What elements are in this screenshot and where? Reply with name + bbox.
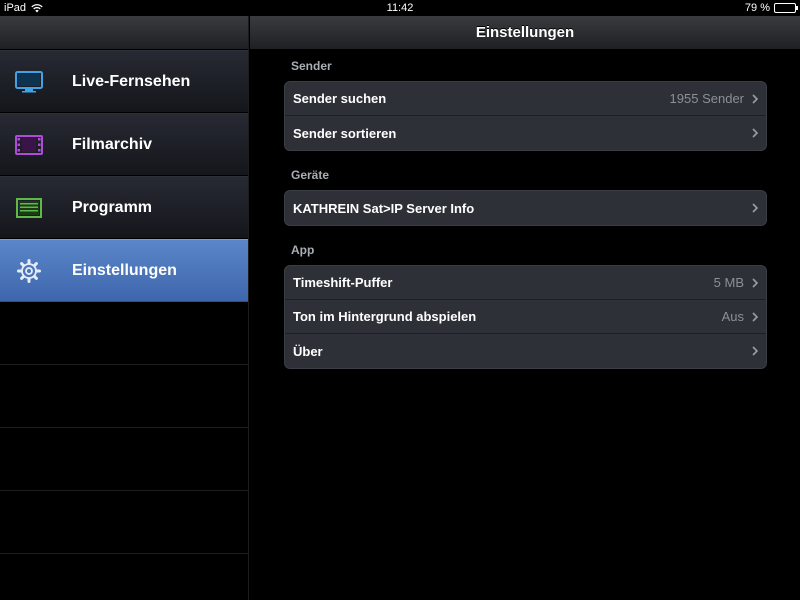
settings-group-geraete: KATHREIN Sat>IP Server Info — [284, 190, 767, 226]
settings-panel: Einstellungen Sender Sender suchen 1955 … — [250, 16, 800, 600]
chevron-right-icon — [752, 203, 758, 213]
row-label: Sender suchen — [293, 91, 387, 106]
row-label: KATHREIN Sat>IP Server Info — [293, 200, 475, 216]
program-guide-icon — [16, 197, 42, 218]
chevron-right-icon — [752, 128, 758, 138]
chevron-right-icon — [752, 346, 758, 356]
sidebar: Live-Fernsehen Filmarchiv Programm Einst… — [0, 16, 249, 600]
row-label: Timeshift-Puffer — [293, 275, 393, 290]
sidebar-empty-row — [0, 554, 248, 600]
sidebar-item-filmarchiv[interactable]: Filmarchiv — [0, 113, 248, 176]
sidebar-item-einstellungen[interactable]: Einstellungen — [0, 239, 248, 302]
row-ueber[interactable]: Über — [285, 334, 766, 368]
sidebar-empty-row — [0, 491, 248, 554]
chevron-right-icon — [752, 311, 758, 322]
row-value: 1955 Sender — [669, 91, 744, 106]
sidebar-item-live-fernsehen[interactable]: Live-Fernsehen — [0, 50, 248, 113]
gear-icon — [17, 258, 41, 283]
sidebar-empty-row — [0, 365, 248, 428]
row-value: Aus — [721, 309, 744, 324]
section-title-geraete: Geräte — [291, 168, 330, 182]
status-bar: iPad 11:42 79 % — [0, 0, 800, 16]
settings-group-app: Timeshift-Puffer 5 MB Ton im Hintergrund… — [284, 265, 767, 369]
row-label: Ton im Hintergrund abspielen — [293, 309, 477, 324]
film-icon — [15, 134, 43, 155]
chevron-right-icon — [752, 93, 758, 104]
row-server-info[interactable]: KATHREIN Sat>IP Server Info — [285, 191, 766, 225]
row-sender-sortieren[interactable]: Sender sortieren — [285, 116, 766, 150]
row-timeshift-puffer[interactable]: Timeshift-Puffer 5 MB — [285, 266, 766, 300]
page-title: Einstellungen — [250, 16, 800, 50]
row-ton-hintergrund[interactable]: Ton im Hintergrund abspielen Aus — [285, 300, 766, 334]
row-value: 5 MB — [713, 275, 744, 290]
sidebar-header — [0, 16, 248, 50]
sidebar-empty-row — [0, 302, 248, 365]
clock: 11:42 — [386, 2, 414, 14]
section-title-app: App — [291, 243, 315, 257]
row-label: Sender sortieren — [293, 125, 397, 141]
sidebar-item-programm[interactable]: Programm — [0, 176, 248, 239]
sidebar-item-label: Filmarchiv — [72, 135, 153, 153]
sidebar-item-label: Einstellungen — [72, 261, 177, 279]
chevron-right-icon — [752, 277, 758, 288]
sidebar-empty-row — [0, 428, 248, 491]
sidebar-item-label: Live-Fernsehen — [72, 72, 191, 90]
row-sender-suchen[interactable]: Sender suchen 1955 Sender — [285, 82, 766, 116]
tv-icon — [15, 70, 43, 92]
sidebar-item-label: Programm — [72, 198, 153, 216]
battery-percent: 79 % — [744, 2, 770, 14]
section-title-sender: Sender — [291, 59, 332, 73]
settings-group-sender: Sender suchen 1955 Sender Sender sortier… — [284, 81, 767, 151]
row-label: Über — [293, 343, 323, 359]
battery-icon — [774, 3, 798, 13]
